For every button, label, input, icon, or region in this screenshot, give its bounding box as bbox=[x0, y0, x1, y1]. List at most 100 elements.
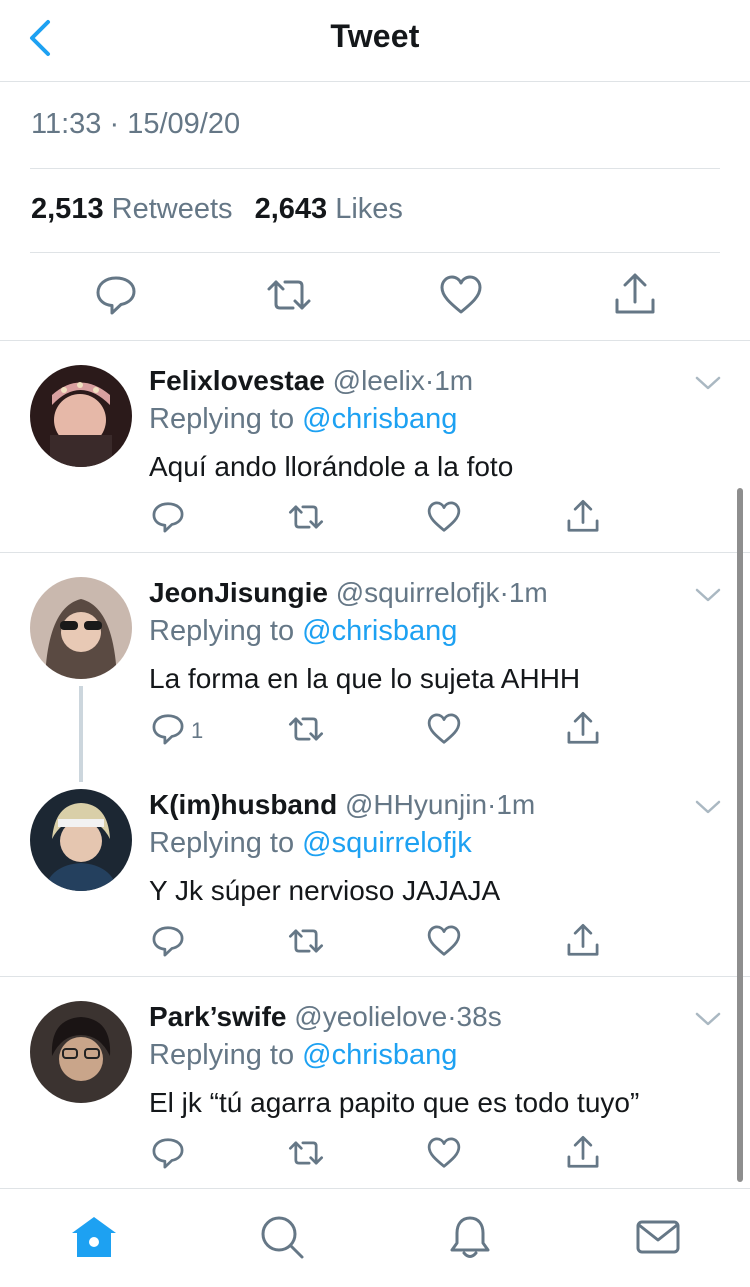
reply-header: K(im)husband @HHyunjin·1m bbox=[149, 789, 535, 821]
avatar[interactable] bbox=[30, 789, 132, 891]
replying-label: Replying to bbox=[149, 615, 295, 647]
tab-messages[interactable] bbox=[634, 1213, 682, 1261]
tweet-actions bbox=[0, 272, 750, 322]
display-name[interactable]: Park’swife bbox=[149, 1001, 286, 1032]
chevron-down-icon bbox=[695, 588, 721, 602]
heart-icon bbox=[440, 275, 482, 314]
replying-to: Replying to @chrisbang bbox=[149, 1039, 457, 1072]
user-handle: @leelix bbox=[332, 365, 425, 396]
likes-label: Likes bbox=[335, 193, 403, 225]
user-handle: @HHyunjin bbox=[345, 789, 488, 820]
share-button[interactable] bbox=[565, 923, 601, 959]
time-separator: · bbox=[487, 789, 497, 820]
tweet-stats: 2,513 Retweets 2,643 Likes bbox=[31, 193, 417, 226]
like-button[interactable] bbox=[426, 923, 462, 959]
reply-icon bbox=[152, 502, 184, 533]
more-options-button[interactable] bbox=[694, 585, 722, 605]
tab-search[interactable] bbox=[258, 1213, 306, 1261]
notifications-icon bbox=[450, 1216, 490, 1258]
heart-icon bbox=[427, 713, 461, 744]
replying-to: Replying to @squirrelofjk bbox=[149, 827, 472, 860]
avatar[interactable] bbox=[30, 1001, 132, 1103]
replying-label: Replying to bbox=[149, 403, 295, 435]
divider bbox=[30, 252, 720, 253]
likes-stat[interactable]: 2,643 Likes bbox=[255, 193, 403, 225]
reply-time: 38s bbox=[456, 1001, 502, 1032]
divider bbox=[30, 168, 720, 169]
share-icon bbox=[567, 499, 599, 532]
heart-icon bbox=[427, 501, 461, 532]
scrollbar[interactable] bbox=[737, 488, 743, 1182]
share-icon bbox=[615, 273, 655, 314]
like-button[interactable] bbox=[426, 711, 462, 747]
time-separator: · bbox=[447, 1001, 457, 1032]
share-button[interactable] bbox=[565, 499, 601, 535]
heart-icon bbox=[427, 925, 461, 956]
chevron-down-icon bbox=[695, 376, 721, 390]
user-handle: @squirrelofjk bbox=[335, 577, 500, 608]
share-button[interactable] bbox=[612, 272, 658, 318]
more-options-button[interactable] bbox=[694, 373, 722, 393]
like-button[interactable] bbox=[426, 499, 462, 535]
reply-count: 1 bbox=[191, 718, 204, 743]
retweet-icon bbox=[288, 505, 324, 529]
reply-tweet[interactable]: Felixlovestae @leelix·1m Replying to @ch… bbox=[0, 341, 750, 552]
retweets-stat[interactable]: 2,513 Retweets bbox=[31, 193, 233, 225]
reply-icon bbox=[96, 276, 136, 315]
more-options-button[interactable] bbox=[694, 1009, 722, 1029]
reply-time: 1m bbox=[508, 577, 548, 608]
reply-header: JeonJisungie @squirrelofjk·1m bbox=[149, 577, 548, 609]
display-name[interactable]: JeonJisungie bbox=[149, 577, 328, 608]
reply-button[interactable] bbox=[150, 1135, 186, 1171]
retweet-button[interactable] bbox=[288, 923, 324, 959]
retweet-button[interactable] bbox=[288, 711, 324, 747]
bottom-tab-bar bbox=[0, 1188, 750, 1287]
header: Tweet bbox=[0, 0, 750, 82]
reply-icon bbox=[152, 714, 184, 745]
reply-button[interactable] bbox=[93, 272, 139, 318]
share-icon bbox=[567, 1135, 599, 1168]
time-separator: · bbox=[499, 577, 509, 608]
heart-icon bbox=[427, 1137, 461, 1168]
replying-mention[interactable]: @squirrelofjk bbox=[302, 827, 472, 859]
retweet-button[interactable] bbox=[266, 272, 312, 318]
tweet-timestamp: 11:33 · 15/09/20 bbox=[31, 108, 241, 140]
retweets-count: 2,513 bbox=[31, 193, 104, 225]
reply-icon bbox=[152, 1138, 184, 1169]
retweets-label: Retweets bbox=[111, 193, 233, 225]
replying-mention[interactable]: @chrisbang bbox=[302, 1039, 457, 1071]
share-button[interactable] bbox=[565, 1135, 601, 1171]
reply-button[interactable] bbox=[150, 711, 186, 747]
reply-tweet[interactable]: Park’swife @yeolielove·38s Replying to @… bbox=[0, 977, 750, 1188]
share-icon bbox=[567, 711, 599, 744]
reply-text: El jk “tú agarra papito que es todo tuyo… bbox=[149, 1087, 640, 1118]
reply-text: La forma en la que lo sujeta AHHH bbox=[149, 663, 581, 694]
replying-label: Replying to bbox=[149, 1039, 295, 1071]
replying-mention[interactable]: @chrisbang bbox=[302, 615, 457, 647]
tab-notifications[interactable] bbox=[446, 1213, 494, 1261]
replying-to: Replying to @chrisbang bbox=[149, 615, 457, 648]
user-handle: @yeolielove bbox=[294, 1001, 448, 1032]
share-button[interactable] bbox=[565, 711, 601, 747]
reply-tweet[interactable]: K(im)husband @HHyunjin·1m Replying to @s… bbox=[0, 765, 750, 976]
more-options-button[interactable] bbox=[694, 797, 722, 817]
avatar[interactable] bbox=[30, 365, 132, 467]
page-title: Tweet bbox=[330, 18, 420, 54]
avatar[interactable] bbox=[30, 577, 132, 679]
like-button[interactable] bbox=[426, 1135, 462, 1171]
replying-mention[interactable]: @chrisbang bbox=[302, 403, 457, 435]
tab-home[interactable] bbox=[70, 1213, 118, 1261]
share-icon bbox=[567, 923, 599, 956]
reply-time: 1m bbox=[496, 789, 536, 820]
retweet-button[interactable] bbox=[288, 499, 324, 535]
display-name[interactable]: Felixlovestae bbox=[149, 365, 325, 396]
like-button[interactable] bbox=[438, 272, 484, 318]
home-icon bbox=[72, 1217, 116, 1257]
reply-button[interactable] bbox=[150, 923, 186, 959]
retweet-button[interactable] bbox=[288, 1135, 324, 1171]
reply-button[interactable] bbox=[150, 499, 186, 535]
retweet-icon bbox=[288, 1141, 324, 1165]
display-name[interactable]: K(im)husband bbox=[149, 789, 337, 820]
reply-tweet[interactable]: JeonJisungie @squirrelofjk·1m Replying t… bbox=[0, 553, 750, 765]
replying-to: Replying to @chrisbang bbox=[149, 403, 457, 436]
